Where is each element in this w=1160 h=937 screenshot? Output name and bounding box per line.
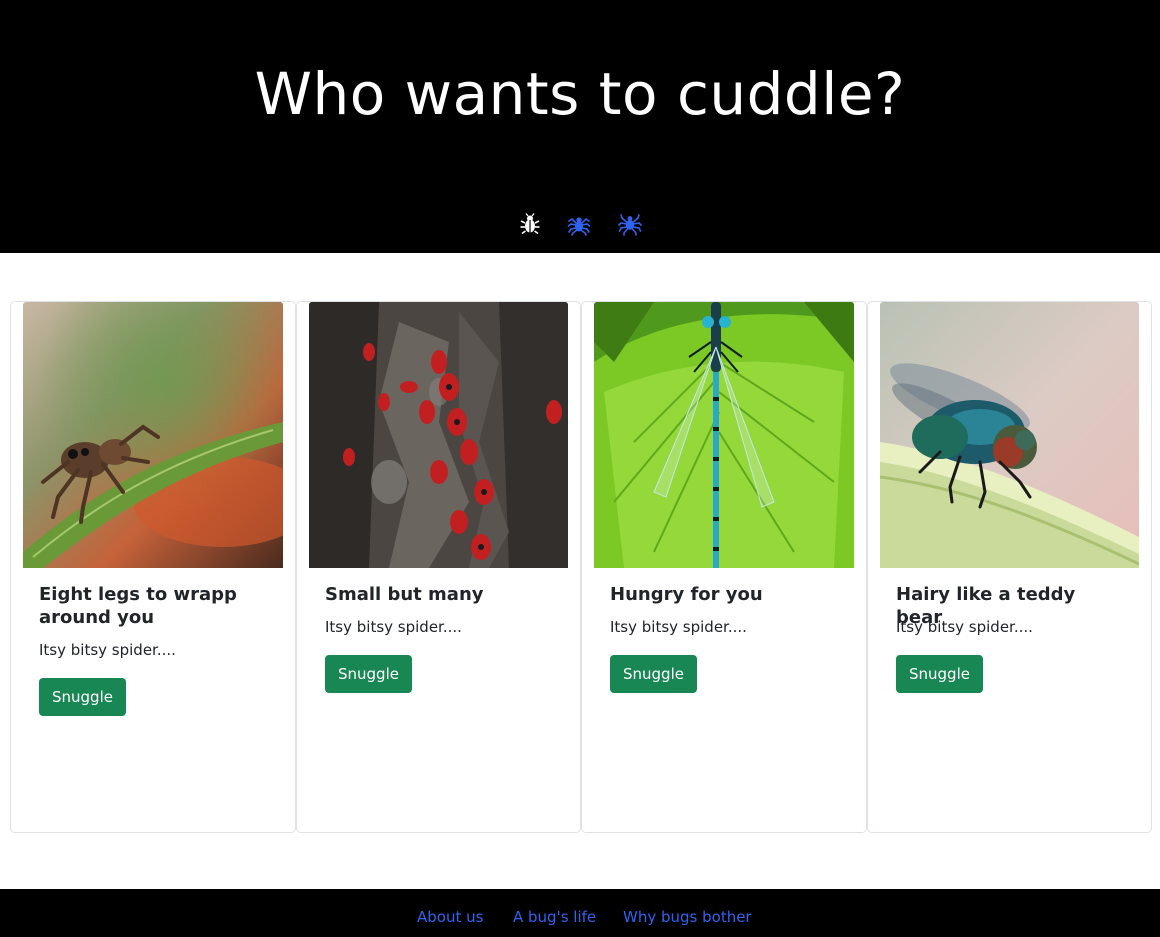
card-title: Eight legs to wrapp around you bbox=[39, 584, 237, 628]
blowfly-on-stem-photo bbox=[880, 302, 1139, 568]
snuggle-button[interactable]: Snuggle bbox=[325, 655, 412, 693]
bug-icon[interactable] bbox=[518, 212, 542, 236]
footer-link-about-us[interactable]: About us bbox=[417, 907, 483, 927]
card-text: Itsy bitsy spider.... bbox=[325, 618, 462, 636]
snuggle-button[interactable]: Snuggle bbox=[896, 655, 983, 693]
page-footer: About us A bug's life Why bugs bother bbox=[0, 889, 1160, 937]
firebugs-on-bark-photo bbox=[309, 302, 568, 568]
card-text: Itsy bitsy spider.... bbox=[39, 641, 176, 659]
category-nav bbox=[0, 212, 1160, 240]
card-damselfly: Hungry for you Itsy bitsy spider.... Snu… bbox=[581, 301, 867, 833]
jumping-spider-photo bbox=[23, 302, 283, 568]
spider-web-icon[interactable] bbox=[618, 212, 642, 236]
damselfly-on-leaf-photo bbox=[594, 302, 854, 568]
page-title: Who wants to cuddle? bbox=[254, 60, 906, 128]
card-fly: Hairy like a teddy bear Itsy bitsy spide… bbox=[867, 301, 1152, 833]
page-header: Who wants to cuddle? bbox=[0, 0, 1160, 253]
snuggle-button[interactable]: Snuggle bbox=[610, 655, 697, 693]
card-title: Small but many bbox=[325, 584, 484, 605]
card-title: Hungry for you bbox=[610, 584, 763, 605]
card-text: Itsy bitsy spider.... bbox=[896, 618, 1033, 636]
card-firebugs: Small but many Itsy bitsy spider.... Snu… bbox=[296, 301, 581, 833]
card-grid: Eight legs to wrapp around you Itsy bits… bbox=[10, 301, 1152, 833]
footer-link-why-bugs-bother[interactable]: Why bugs bother bbox=[623, 907, 752, 927]
snuggle-button[interactable]: Snuggle bbox=[39, 678, 126, 716]
card-spider: Eight legs to wrapp around you Itsy bits… bbox=[10, 301, 296, 833]
spider-icon[interactable] bbox=[567, 212, 591, 236]
footer-link-a-bugs-life[interactable]: A bug's life bbox=[513, 907, 596, 927]
card-text: Itsy bitsy spider.... bbox=[610, 618, 747, 636]
